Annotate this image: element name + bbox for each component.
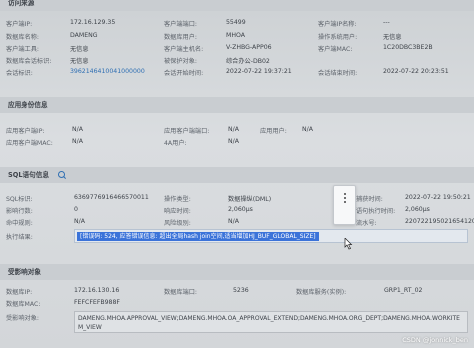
sql-exec-time-value: 2,060μs [405,206,430,213]
sql-exec-time-label: 语句执行时间: [356,208,396,215]
app-client-mac-label: 应用客户端MAC: [6,140,53,147]
protected-object-value: 综合办公-DB02 [226,58,270,65]
session-start-value: 2022-07-22 19:37:21 [226,68,292,75]
client-host-value: V-ZHBG-APP06 [226,44,272,51]
affected-rows-value: 0 [74,206,78,213]
mouse-cursor-icon [344,238,353,250]
db-user-value: MHOA [226,32,245,39]
watermark: CSDN @jonnick_ben [402,336,468,344]
os-user-label: 操作系统用户: [318,34,358,41]
risk-level-value: N/A [228,218,239,225]
more-options-menu[interactable] [333,185,356,225]
section-title-source: 访问来源 [0,0,474,11]
flow-id-value: 2207221950216541207 [405,218,474,225]
affected-objects-box[interactable]: DAMENG.MHOA.APPROVAL_VIEW;DAMENG.MHOA.OA… [74,311,468,333]
four-a-user-label: 4A用户: [164,140,187,147]
capture-time-value: 2022-07-22 19:50:21 [405,194,471,201]
session-end-label: 会话结束时间: [318,70,358,77]
capture-time-label: 捕获时间: [356,196,383,203]
db-port-value: 5236 [233,287,249,294]
client-port-value: 55499 [226,19,246,26]
sql-section-title-text: SQL语句信息 [8,171,49,179]
db-port-label: 数据库端口: [164,289,198,296]
client-ip-label: 客户端IP: [6,21,33,28]
more-dot-icon [344,201,346,203]
client-port-label: 客户端端口: [164,21,198,28]
protected-object-label: 被保护对象: [164,58,198,65]
rule-hit-value: N/A [74,218,85,225]
client-mac-value: 1C20DBC3BE2B [383,44,433,51]
response-time-label: 响应时间: [164,208,191,215]
exec-result-selected-text[interactable]: [错误码: 524, 应答错误信息: 超出全局hash join空间,适当增加H… [77,232,319,241]
session-end-value: 2022-07-22 20:23:51 [383,68,449,75]
section-title-app: 应用身份信息 [0,97,474,113]
db-service-label: 数据库服务(实例): [296,289,347,296]
db-name-value: DAMENG [70,32,98,39]
flow-id-label: 流水号: [356,220,377,227]
more-dot-icon [344,197,346,199]
client-ip-name-label: 客户端IP名称: [318,21,357,28]
session-start-label: 会话开始时间: [164,70,204,77]
db-instance-label: 数据库会话标识: [6,58,52,65]
affected-objects-text: DAMENG.MHOA.APPROVAL_VIEW;DAMENG.MHOA.OA… [78,315,460,331]
db-ip-label: 数据库IP: [6,289,33,296]
db-instance-value: 无信息 [70,58,89,65]
db-mac-value: FEFCFEFB988F [74,299,120,306]
op-type-value: 数据操纵(DML) [228,196,272,203]
op-type-label: 操作类型: [164,196,191,203]
section-title-target: 受影响对象 [0,264,474,280]
risk-level-label: 风险级别: [164,220,191,227]
exec-result-box[interactable]: [错误码: 524, 应答错误信息: 超出全局hash join空间,适当增加H… [74,229,468,243]
db-ip-value: 172.16.130.16 [74,287,120,294]
exec-result-label: 执行结果: [6,234,33,241]
client-tool-label: 客户端工具: [6,46,40,53]
client-ip-name-value: --- [383,19,390,26]
rule-hit-label: 命中规则: [6,220,33,227]
session-id-label: 会话标识: [6,70,33,77]
app-client-mac-value: N/A [72,138,83,145]
db-mac-label: 数据库MAC: [6,301,41,308]
client-host-label: 客户端主机名: [164,46,204,53]
affected-rows-label: 影响行数: [6,208,33,215]
os-user-value: 无信息 [383,34,402,41]
client-tool-value: 无信息 [70,46,89,53]
sql-id-label: SQL标识: [6,196,33,203]
section-title-sql: SQL语句信息 [0,167,474,183]
sql-id-value: 6369776916466570011 [74,194,149,201]
app-client-ip-value: N/A [72,126,83,133]
db-user-label: 数据库用户: [164,34,198,41]
four-a-user-value: N/A [228,138,239,145]
db-service-value: GRP1_RT_02 [384,287,423,294]
search-icon[interactable] [58,171,65,178]
app-user-label: 应用用户: [260,128,287,135]
affected-objects-label: 受影响对象: [6,315,40,322]
app-client-port-label: 应用客户端端口: [164,128,210,135]
app-user-value: N/A [302,126,313,133]
app-client-port-value: N/A [228,126,239,133]
client-ip-value: 172.16.129.35 [70,19,116,26]
db-name-label: 数据库名称: [6,34,40,41]
audit-detail-page: 访问来源 客户端IP: 172.16.129.35 客户端端口: 55499 客… [0,0,474,348]
session-id-link[interactable]: 3962146410041000000 [70,68,145,75]
response-time-value: 2,060μs [228,206,253,213]
app-client-ip-label: 应用客户端IP: [6,128,45,135]
more-dot-icon [344,193,346,195]
client-mac-label: 客户端MAC: [318,46,353,53]
